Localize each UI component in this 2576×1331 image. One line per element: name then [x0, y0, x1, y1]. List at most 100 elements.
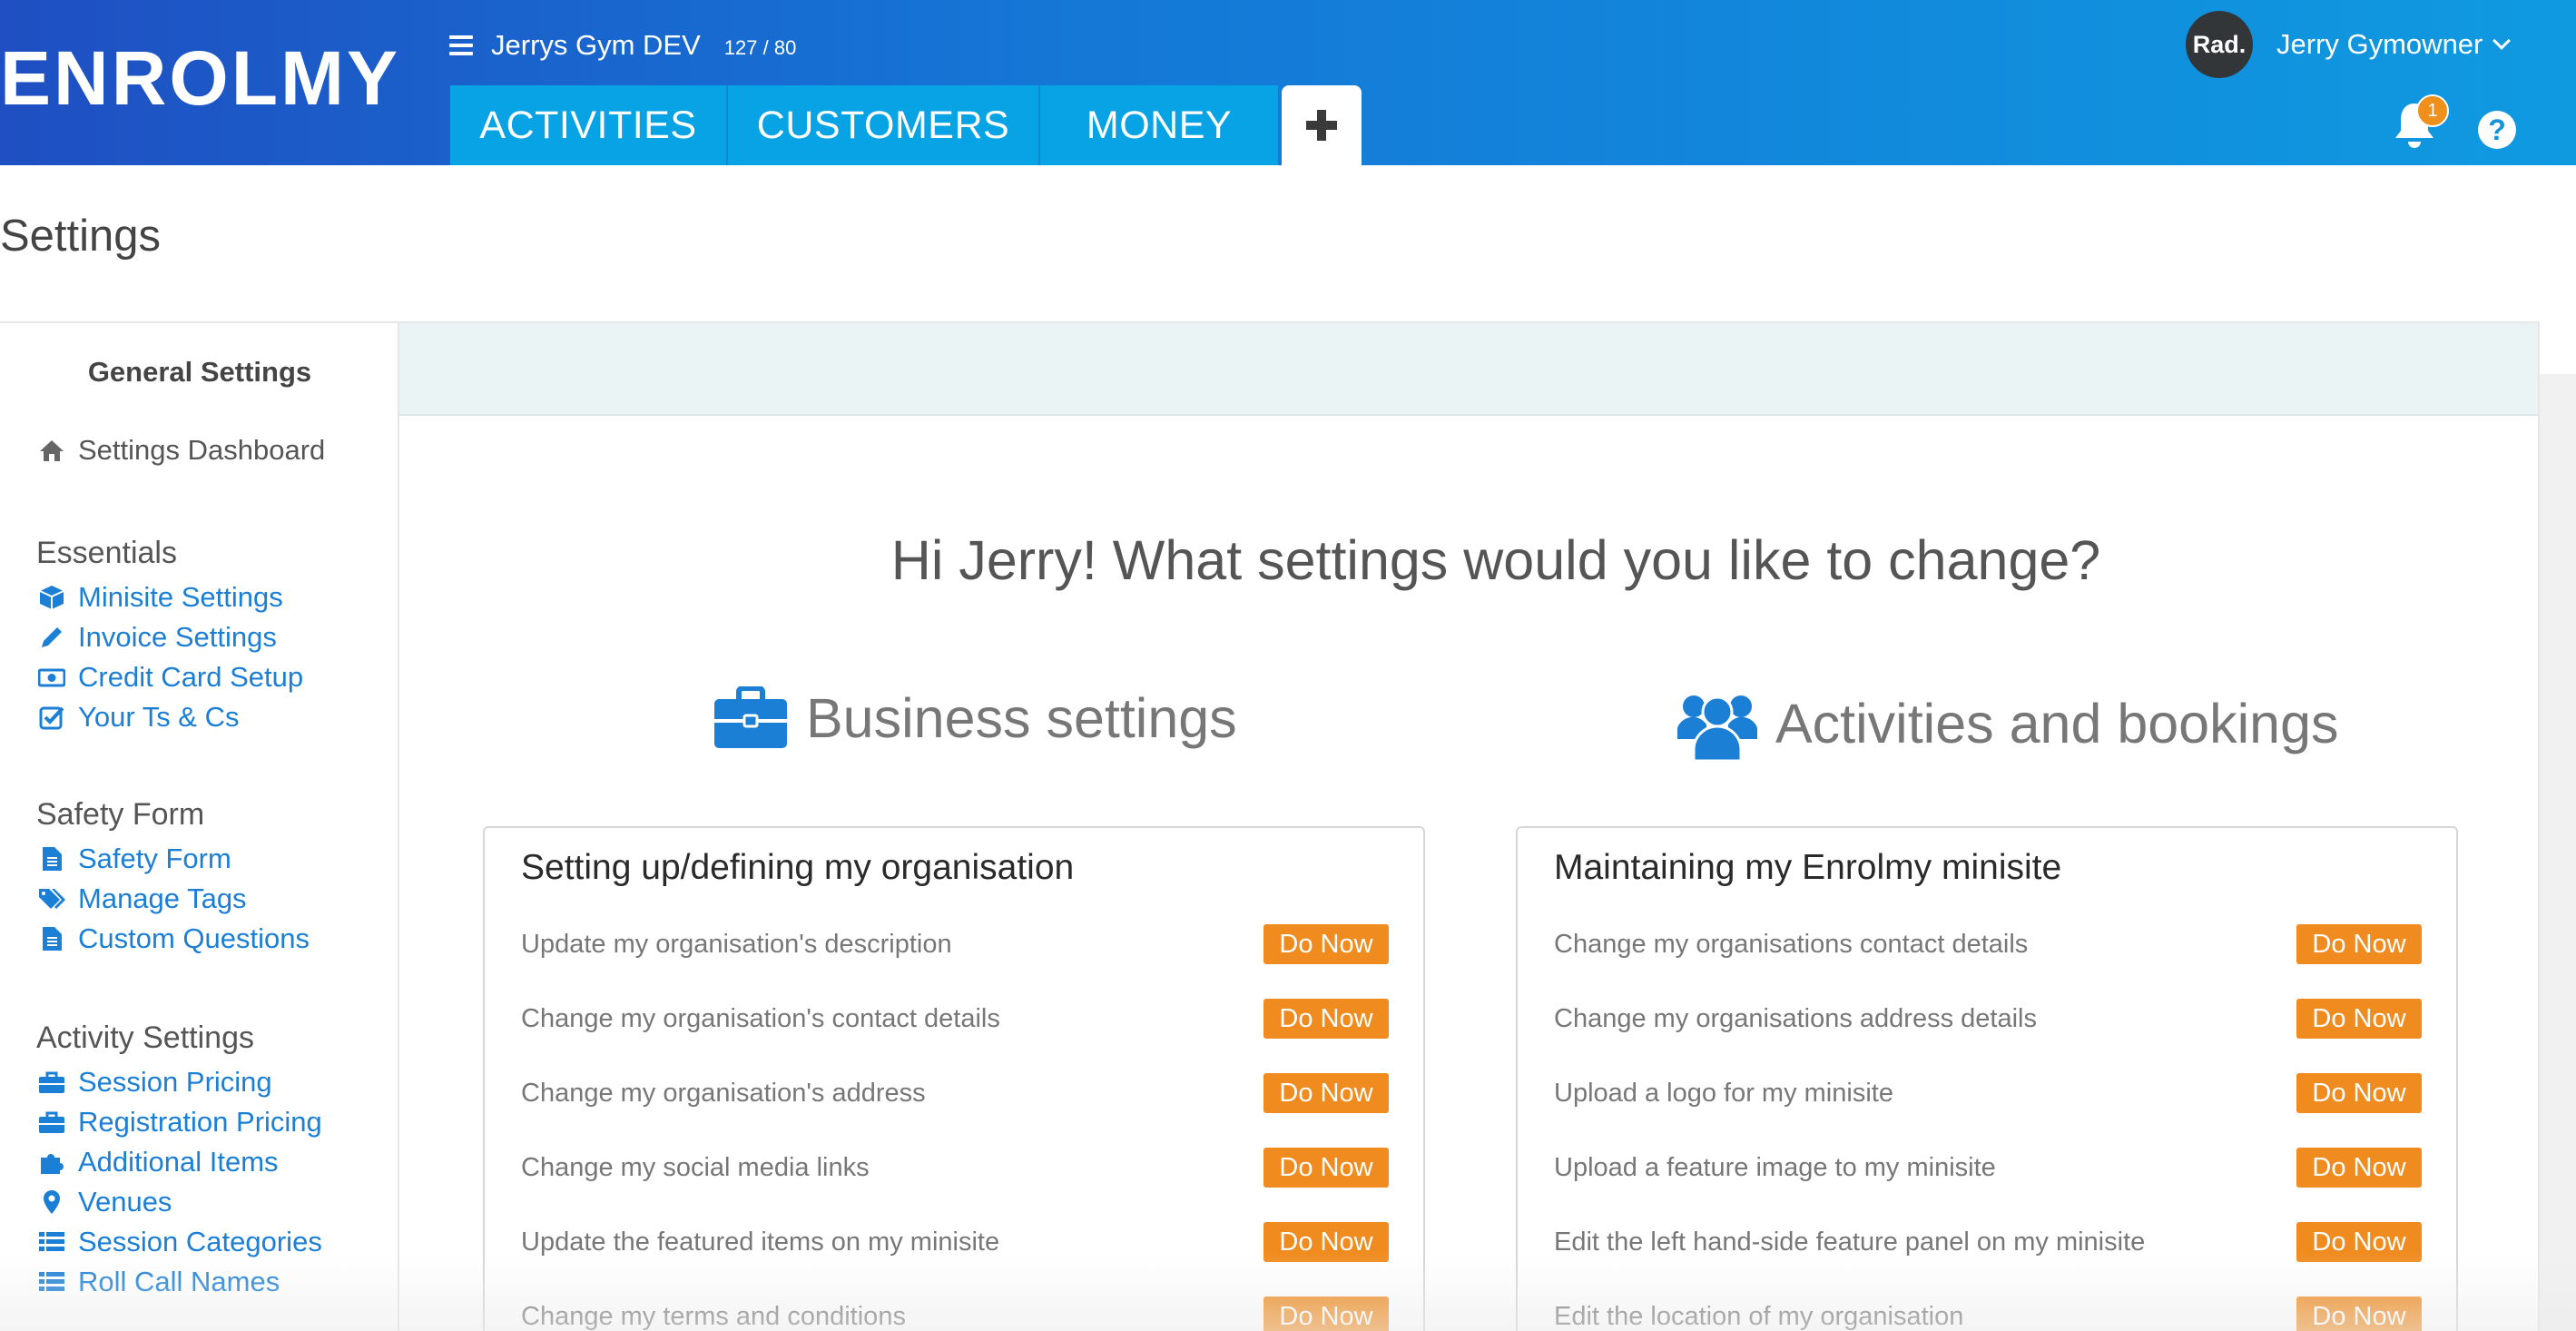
plus-icon: [1306, 110, 1337, 141]
list-item: Change my social media links Do Now: [521, 1148, 1389, 1188]
list-item: Change my terms and conditions Do Now: [521, 1296, 1389, 1331]
card-title: Maintaining my Enrolmy minisite: [1554, 848, 2062, 887]
sidebar-item-your-ts-cs[interactable]: Your Ts & Cs: [38, 701, 239, 734]
sidebar-item-custom-questions[interactable]: Custom Questions: [38, 922, 310, 955]
row-label: Change my terms and conditions: [521, 1301, 906, 1331]
do-now-button[interactable]: Do Now: [1263, 999, 1389, 1039]
row-label: Change my organisations address details: [1554, 1003, 2037, 1033]
sidebar-item-safety-form[interactable]: Safety Form: [38, 843, 231, 875]
sidebar-item-label: Session Categories: [78, 1226, 322, 1257]
do-now-button[interactable]: Do Now: [2296, 1148, 2422, 1188]
list-item: Edit the location of my organisation Do …: [1554, 1296, 2422, 1331]
tags-icon: [38, 885, 65, 912]
hamburger-menu-icon[interactable]: [449, 35, 473, 55]
check-square-icon: [38, 704, 65, 731]
list-item: Upload a feature image to my minisite Do…: [1554, 1148, 2422, 1188]
sidebar-item-label: Safety Form: [78, 843, 231, 874]
sidebar-section-essentials: Essentials: [36, 536, 177, 570]
activities-bookings-heading: Activities and bookings: [1677, 686, 2339, 761]
row-label: Change my organisation's contact details: [521, 1003, 1000, 1033]
sidebar-item-label: Manage Tags: [78, 882, 247, 914]
map-marker-icon: [38, 1188, 65, 1216]
do-now-button[interactable]: Do Now: [1263, 1296, 1389, 1331]
sidebar-item-label: Credit Card Setup: [78, 661, 304, 693]
tab-money[interactable]: MONEY: [1040, 85, 1278, 165]
sidebar-item-label: Custom Questions: [78, 922, 310, 954]
sidebar-item-invoice-settings[interactable]: Invoice Settings: [38, 621, 277, 654]
sidebar-item-settings-dashboard[interactable]: Settings Dashboard: [38, 434, 325, 467]
sidebar-item-label: Minisite Settings: [78, 581, 283, 613]
cube-icon: [38, 584, 65, 611]
list-item: Upload a logo for my minisite Do Now: [1554, 1073, 2422, 1113]
user-menu[interactable]: Rad. Jerry Gymowner: [2186, 11, 2512, 78]
settings-sidebar: General Settings Settings Dashboard Esse…: [0, 321, 399, 1331]
column-title: Business settings: [806, 687, 1237, 749]
greeting-heading: Hi Jerry! What settings would you like t…: [890, 529, 2101, 591]
list-item: Update my organisation's description Do …: [521, 924, 1389, 964]
sidebar-item-label: Registration Pricing: [78, 1106, 322, 1138]
list-icon: [38, 1228, 65, 1256]
do-now-button[interactable]: Do Now: [1263, 924, 1389, 964]
sidebar-item-label: Roll Call Names: [78, 1266, 280, 1297]
avatar: Rad.: [2186, 11, 2253, 78]
do-now-button[interactable]: Do Now: [1263, 1148, 1389, 1188]
sidebar-item-additional-items[interactable]: Additional Items: [38, 1146, 279, 1178]
do-now-button[interactable]: Do Now: [2296, 999, 2422, 1039]
row-label: Change my organisations contact details: [1554, 929, 2029, 959]
sidebar-section-activity-settings: Activity Settings: [36, 1020, 254, 1055]
user-name: Jerry Gymowner: [2276, 28, 2483, 60]
list-item: Change my organisations contact details …: [1554, 924, 2422, 964]
sidebar-item-label: Your Ts & Cs: [78, 701, 240, 733]
row-label: Edit the location of my organisation: [1554, 1301, 1964, 1331]
sidebar-section-safety-form: Safety Form: [36, 797, 205, 832]
help-icon[interactable]: ?: [2478, 111, 2516, 149]
do-now-button[interactable]: Do Now: [2296, 924, 2422, 964]
sidebar-item-manage-tags[interactable]: Manage Tags: [38, 882, 247, 915]
org-switcher[interactable]: Jerrys Gym DEV 127 / 80: [449, 27, 796, 64]
row-label: Update the featured items on my minisite: [521, 1227, 1000, 1257]
sidebar-item-registration-pricing[interactable]: Registration Pricing: [38, 1106, 322, 1139]
list-item: Edit the left hand-side feature panel on…: [1554, 1222, 2422, 1262]
column-title: Activities and bookings: [1775, 693, 2339, 754]
money-icon: [38, 664, 65, 691]
file-icon: [38, 845, 65, 873]
sidebar-heading: General Settings: [87, 356, 312, 388]
tab-activities[interactable]: ACTIVITIES: [450, 85, 728, 165]
sidebar-item-label: Settings Dashboard: [78, 434, 326, 466]
top-header: ENROLMY Jerrys Gym DEV 127 / 80 ACTIVITI…: [0, 0, 2576, 165]
briefcase-icon: [714, 686, 787, 748]
sidebar-item-label: Session Pricing: [78, 1066, 272, 1098]
settings-card-organisation: Setting up/defining my organisation Upda…: [483, 826, 1425, 1331]
sidebar-item-minisite-settings[interactable]: Minisite Settings: [38, 581, 283, 614]
tab-customers[interactable]: CUSTOMERS: [728, 85, 1040, 165]
do-now-button[interactable]: Do Now: [1263, 1073, 1389, 1113]
enrolmy-logo[interactable]: ENROLMY: [0, 40, 400, 116]
list-item: Change my organisation's address Do Now: [521, 1073, 1389, 1113]
list-item: Change my organisations address details …: [1554, 999, 2422, 1039]
panel-header-band: [399, 323, 2538, 416]
list-item: Update the featured items on my minisite…: [521, 1222, 1389, 1262]
page-title: Settings: [0, 212, 162, 261]
row-label: Edit the left hand-side feature panel on…: [1554, 1227, 2146, 1257]
org-name: Jerrys Gym DEV: [491, 29, 701, 61]
sidebar-item-credit-card-setup[interactable]: Credit Card Setup: [38, 661, 303, 694]
do-now-button[interactable]: Do Now: [2296, 1296, 2422, 1331]
sidebar-item-roll-call-names[interactable]: Roll Call Names: [38, 1266, 280, 1298]
notification-badge: 1: [2416, 94, 2449, 127]
sidebar-item-session-pricing[interactable]: Session Pricing: [38, 1066, 272, 1099]
sidebar-item-venues[interactable]: Venues: [38, 1186, 172, 1218]
row-label: Change my organisation's address: [521, 1078, 926, 1108]
row-label: Upload a logo for my minisite: [1554, 1078, 1893, 1108]
briefcase-icon: [38, 1069, 65, 1096]
row-label: Change my social media links: [521, 1152, 870, 1182]
do-now-button[interactable]: Do Now: [2296, 1222, 2422, 1262]
sidebar-item-label: Invoice Settings: [78, 621, 277, 653]
list-item: Change my organisation's contact details…: [521, 999, 1389, 1039]
do-now-button[interactable]: Do Now: [2296, 1073, 2422, 1113]
add-tab-button[interactable]: [1282, 85, 1362, 165]
main-nav-tabs: ACTIVITIES CUSTOMERS MONEY: [450, 85, 1362, 165]
page-scroll-gutter: [2540, 374, 2576, 1331]
briefcase-icon: [38, 1109, 65, 1136]
sidebar-item-session-categories[interactable]: Session Categories: [38, 1226, 322, 1258]
do-now-button[interactable]: Do Now: [1263, 1222, 1389, 1262]
